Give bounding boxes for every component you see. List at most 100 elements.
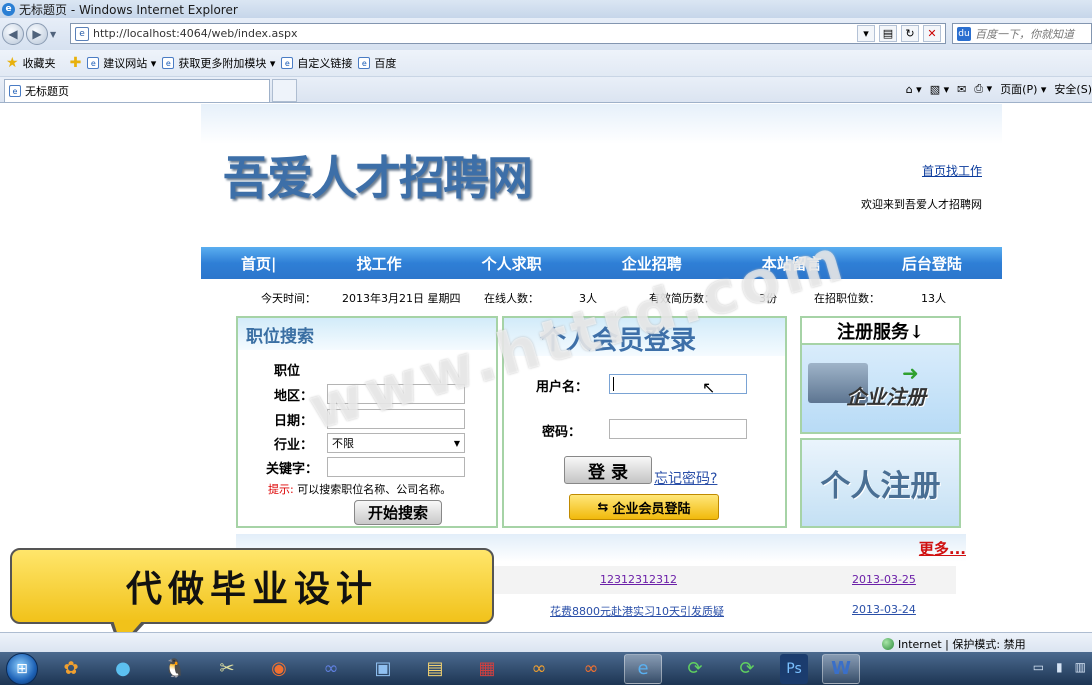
search-hint: 提示: 可以搜索职位名称、公司名称。 bbox=[268, 481, 451, 497]
top-link-find-job[interactable]: 首页找工作 bbox=[922, 162, 982, 179]
taskbar-app-icon[interactable]: ⟳ bbox=[676, 654, 714, 684]
keyboard-icon[interactable]: ▭ bbox=[1033, 660, 1044, 674]
date-input[interactable] bbox=[327, 409, 465, 429]
word-icon[interactable]: W bbox=[822, 653, 860, 684]
favorites-label: 收藏夹 bbox=[22, 57, 56, 70]
nav-find-job[interactable]: 找工作 bbox=[357, 253, 402, 274]
nav-personal[interactable]: 个人求职 bbox=[482, 253, 542, 274]
nav-message[interactable]: 本站留言 bbox=[762, 253, 822, 274]
ie-page-icon: e bbox=[87, 57, 100, 69]
today-label: 今天时间： bbox=[261, 292, 316, 305]
ie-page-icon: e bbox=[358, 57, 371, 69]
fav-link-suggested[interactable]: e 建议网站 ▾ bbox=[87, 55, 156, 71]
history-dropdown-icon[interactable]: ▼ bbox=[50, 30, 62, 39]
news-date[interactable]: 2013-03-25 bbox=[852, 573, 916, 586]
safety-menu[interactable]: 安全(S) bbox=[1054, 81, 1092, 97]
company-login-label: 企业会员登陆 bbox=[612, 501, 691, 517]
company-register[interactable]: 注册服务↓ ➜ 企业注册 bbox=[800, 316, 961, 434]
compat-view-icon[interactable]: ▤ bbox=[879, 25, 897, 42]
hint-prefix: 提示: bbox=[268, 483, 294, 496]
personal-register-banner[interactable]: 个人注册 bbox=[800, 438, 961, 528]
industry-select[interactable]: 不限 ▼ bbox=[327, 433, 465, 453]
window-titlebar: e 无标题页 - Windows Internet Explorer bbox=[0, 0, 1092, 18]
fav-link-label: 自定义链接 bbox=[297, 57, 353, 70]
start-button[interactable]: ⊞ bbox=[6, 652, 38, 685]
taskbar-app-icon[interactable]: ▣ bbox=[364, 654, 402, 684]
add-favorite-icon: ✚ bbox=[69, 55, 82, 71]
register-panel: 注册服务↓ ➜ 企业注册 个人注册 bbox=[800, 316, 961, 528]
taskbar-app-icon[interactable]: ◉ bbox=[260, 654, 298, 684]
fav-link-addons[interactable]: e 获取更多附加模块 ▾ bbox=[162, 55, 275, 71]
page-menu[interactable]: 页面(P) ▾ bbox=[1000, 81, 1046, 97]
nav-home[interactable]: 首页| bbox=[241, 253, 276, 274]
url-dropdown-icon[interactable]: ▾ bbox=[857, 25, 875, 42]
battery-icon[interactable]: ▮ bbox=[1056, 660, 1063, 674]
window-title: 无标题页 - Windows Internet Explorer bbox=[19, 2, 238, 17]
url-field[interactable]: e http://localhost:4064/web/index.aspx ▾… bbox=[70, 23, 946, 44]
company-login-button[interactable]: ⇆ 企业会员登陆 bbox=[569, 494, 719, 520]
news-date[interactable]: 2013-03-24 bbox=[852, 603, 916, 616]
news-title-link[interactable]: 花费8800元赴港实习10天引发质疑 bbox=[550, 603, 724, 619]
taskbar-app-icon[interactable]: ∞ bbox=[572, 654, 610, 684]
network-icon[interactable]: ▥ bbox=[1075, 660, 1086, 674]
taskbar-app-icon[interactable]: ✂ bbox=[208, 654, 246, 684]
area-input[interactable] bbox=[327, 384, 465, 404]
mail-icon[interactable]: ✉ bbox=[957, 83, 966, 96]
back-button[interactable]: ◀ bbox=[2, 23, 24, 45]
company-register-banner[interactable]: ➜ 企业注册 bbox=[802, 345, 959, 432]
qq-icon[interactable]: 🐧 bbox=[156, 654, 194, 684]
feeds-icon[interactable]: ▧ ▾ bbox=[930, 83, 949, 96]
taskbar-app-icon[interactable]: ⟳ bbox=[728, 654, 766, 684]
home-icon[interactable]: ⌂ ▾ bbox=[906, 83, 922, 96]
forgot-password-link[interactable]: 忘记密码? bbox=[654, 468, 717, 488]
search-input[interactable]: du 百度一下，你就知道 bbox=[952, 23, 1092, 44]
main-nav: 首页| 找工作 个人求职 企业招聘 本站留言 后台登陆 bbox=[201, 247, 1002, 279]
favorites-star-icon: ★ bbox=[6, 55, 19, 71]
new-tab-button[interactable] bbox=[272, 79, 297, 102]
password-label: 密码： bbox=[542, 425, 582, 440]
nav-company[interactable]: 企业招聘 bbox=[622, 253, 682, 274]
resume-value: 3份 bbox=[759, 292, 777, 305]
tab-bar: e 无标题页 ⌂ ▾ ▧ ▾ ✉ ⎙ ▾ 页面(P) ▾ 安全(S) bbox=[0, 77, 1092, 103]
forward-button[interactable]: ▶ bbox=[26, 23, 48, 45]
fav-link-label: 建议网站 ▾ bbox=[103, 57, 157, 70]
favorites-button[interactable]: ★ 收藏夹 bbox=[6, 55, 56, 71]
command-bar: ⌂ ▾ ▧ ▾ ✉ ⎙ ▾ 页面(P) ▾ 安全(S) bbox=[906, 77, 1092, 101]
stop-icon[interactable]: ✕ bbox=[923, 25, 941, 42]
start-search-button[interactable]: 开始搜索 bbox=[354, 500, 442, 525]
photoshop-icon[interactable]: Ps bbox=[780, 653, 808, 684]
globe-icon bbox=[882, 638, 894, 650]
taskbar-app-icon[interactable]: ✿ bbox=[52, 654, 90, 684]
ie-taskbar-icon[interactable]: e bbox=[624, 653, 662, 684]
jobs-value: 13人 bbox=[921, 292, 946, 305]
status-bar: Internet | 保护模式: 禁用 bbox=[0, 632, 1092, 652]
add-favorite-button[interactable]: ✚ bbox=[70, 55, 82, 71]
password-input[interactable] bbox=[609, 419, 747, 439]
tab-current[interactable]: e 无标题页 bbox=[4, 79, 270, 102]
fav-link-label: 百度 bbox=[374, 57, 397, 70]
folder-icon[interactable]: ▤ bbox=[416, 654, 454, 684]
fav-link-custom[interactable]: e 自定义链接 bbox=[281, 55, 352, 71]
date-label: 日期： bbox=[274, 414, 314, 429]
username-input[interactable] bbox=[609, 374, 747, 394]
taskbar-app-icon[interactable]: ● bbox=[104, 654, 142, 684]
handshake-icon: ⇆ bbox=[597, 499, 609, 515]
taskbar-app-icon[interactable]: ∞ bbox=[312, 654, 350, 684]
taskbar-app-icon[interactable]: ∞ bbox=[520, 654, 558, 684]
taskbar-app-icon[interactable]: ▦ bbox=[468, 654, 506, 684]
industry-label: 行业： bbox=[274, 438, 314, 453]
login-button[interactable]: 登 录 bbox=[564, 456, 652, 484]
login-title: 个人会员登录 bbox=[540, 326, 697, 356]
keyword-input[interactable] bbox=[327, 457, 465, 477]
security-zone[interactable]: Internet | 保护模式: 禁用 bbox=[882, 636, 1026, 652]
news-more-link[interactable]: 更多... bbox=[919, 538, 966, 559]
refresh-icon[interactable]: ↻ bbox=[901, 25, 919, 42]
site-header: 吾爱人才招聘网 首页找工作 欢迎来到吾爱人才招聘网 bbox=[201, 104, 1002, 247]
page-icon: e bbox=[75, 26, 89, 41]
nav-admin[interactable]: 后台登陆 bbox=[902, 253, 962, 274]
username-label: 用户名： bbox=[536, 380, 589, 395]
news-title-link[interactable]: 12312312312 bbox=[600, 573, 677, 586]
fav-link-baidu[interactable]: e 百度 bbox=[358, 55, 396, 71]
chevron-down-icon: ▼ bbox=[453, 438, 460, 448]
print-icon[interactable]: ⎙ ▾ bbox=[974, 82, 992, 96]
